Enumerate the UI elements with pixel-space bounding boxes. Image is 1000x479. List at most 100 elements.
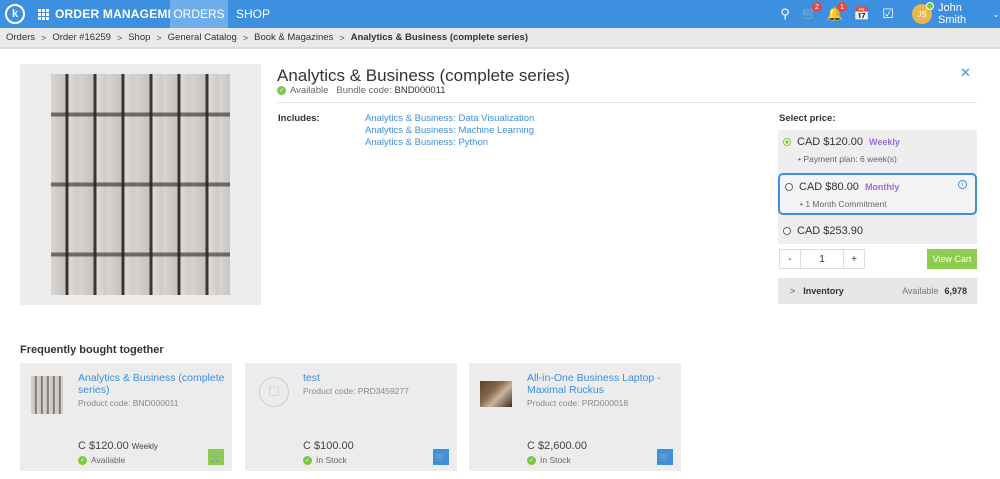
quantity-input[interactable]: 1 <box>800 250 844 268</box>
bundle-code-label: Bundle code: <box>336 85 392 96</box>
frequently-bought-heading: Frequently bought together <box>20 344 164 356</box>
grid-menu-icon <box>38 8 49 20</box>
price-value: CAD $253.90 <box>797 225 864 237</box>
select-price-label: Select price: <box>779 113 836 124</box>
availability-status: Available <box>290 85 329 96</box>
breadcrumb-category[interactable]: Book & Magazines <box>254 32 333 43</box>
cart-icon: 🛒 <box>210 451 222 462</box>
product-price: C $100.00 <box>303 440 354 452</box>
chevron-right-icon: > <box>41 32 47 43</box>
inventory-row[interactable]: > Inventory Available 6,978 <box>778 278 977 304</box>
view-cart-button[interactable]: View Cart <box>927 249 977 269</box>
product-thumbnail <box>31 376 63 414</box>
avatar[interactable]: JS <box>912 2 934 24</box>
cart-icon: 🛒 <box>435 451 447 462</box>
included-item-link[interactable]: Analytics & Business: Data Visualization <box>365 113 534 125</box>
breadcrumb-order[interactable]: Order #16259 <box>52 32 111 43</box>
breadcrumb-catalog[interactable]: General Catalog <box>168 32 237 43</box>
check-icon: ✓ <box>277 86 286 95</box>
product-code: Product code: PRD000018 <box>527 398 629 408</box>
price-value: CAD $80.00 <box>799 181 859 193</box>
check-icon: ✓ <box>78 455 87 465</box>
stock-text: In Stock <box>540 455 571 465</box>
nav-tab-shop[interactable]: SHOP <box>236 0 270 28</box>
product-price: C $2,600.00 <box>527 440 587 452</box>
product-code: Product code: PRD3459277 <box>303 386 409 396</box>
add-to-cart-button[interactable]: 🛒 <box>657 449 673 465</box>
quantity-stepper: - 1 + <box>779 249 865 269</box>
breadcrumb-shop[interactable]: Shop <box>128 32 150 43</box>
tasks-icon[interactable]: ☑ <box>879 5 897 23</box>
price-option-monthly[interactable]: CAD $80.00 Monthly • 1 Month Commitment … <box>778 173 977 215</box>
stock-text: In Stock <box>316 455 347 465</box>
nav-tab-orders[interactable]: ORDERS <box>170 0 228 28</box>
stock-status: ✓ In Stock <box>527 455 571 465</box>
product-card: ☐ test Product code: PRD3459277 C $100.0… <box>245 363 457 471</box>
online-status-dot <box>926 2 934 10</box>
price-frequency: Monthly <box>864 182 900 192</box>
product-code: Product code: BND000011 <box>78 398 179 408</box>
price-option-weekly[interactable]: CAD $120.00 Weekly <box>783 136 900 148</box>
included-item-link[interactable]: Analytics & Business: Machine Learning <box>365 125 534 137</box>
divider <box>277 102 977 103</box>
close-icon[interactable]: ✕ <box>960 65 971 81</box>
stock-status: ✓ In Stock <box>303 455 347 465</box>
bell-icon[interactable]: 🔔 1 <box>826 2 847 23</box>
product-name-link[interactable]: Analytics & Business (complete series) <box>78 372 228 396</box>
product-name-link[interactable]: test <box>303 372 453 384</box>
breadcrumb-current: Analytics & Business (complete series) <box>350 32 528 43</box>
price-value: C $100.00 <box>303 440 354 452</box>
search-icon[interactable]: ⚲ <box>776 5 794 23</box>
product-thumbnail <box>480 381 512 407</box>
decrement-button[interactable]: - <box>780 250 800 268</box>
add-to-cart-button[interactable]: 🛒 <box>208 449 224 465</box>
product-price: C $120.00 Weekly <box>78 440 158 452</box>
info-icon[interactable]: i <box>958 180 967 189</box>
product-name-link[interactable]: All-in-One Business Laptop - Maximal Ruc… <box>527 372 677 396</box>
avatar-initials: JS <box>917 9 927 19</box>
add-to-cart-button[interactable]: 🛒 <box>433 449 449 465</box>
price-frequency: Weekly <box>869 137 900 147</box>
chevron-right-icon: > <box>339 32 345 43</box>
chevron-down-icon: ⌄ <box>992 8 1000 19</box>
available-label: Available <box>902 286 939 296</box>
price-value: CAD $120.00 <box>797 136 864 148</box>
included-item-link[interactable]: Analytics & Business: Python <box>365 137 534 149</box>
chevron-right-icon: > <box>156 32 162 43</box>
product-card: Analytics & Business (complete series) P… <box>20 363 232 471</box>
product-title: Analytics & Business (complete series) <box>277 66 570 85</box>
notification-badge: 1 <box>837 2 847 12</box>
user-menu[interactable]: John Smith ⌄ <box>938 0 1000 28</box>
product-card: All-in-One Business Laptop - Maximal Ruc… <box>469 363 681 471</box>
price-value: C $120.00 <box>78 440 129 452</box>
user-name: John Smith <box>938 2 967 26</box>
price-note: • Payment plan: 6 week(s) <box>798 154 897 164</box>
top-navbar: k ORDER MANAGEMENT ORDERS SHOP ⚲ 🛒 2 🔔 1 📅… <box>0 0 1000 28</box>
includes-list: Analytics & Business: Data Visualization… <box>365 113 534 149</box>
breadcrumb: Orders > Order #16259 > Shop > General C… <box>0 28 1000 49</box>
chevron-right-icon: > <box>790 286 796 296</box>
price-note: • 1 Month Commitment <box>800 199 887 209</box>
includes-label: Includes: <box>278 113 320 124</box>
breadcrumb-orders[interactable]: Orders <box>6 32 35 43</box>
price-option-row: CAD $80.00 Monthly <box>785 181 899 193</box>
radio-selected[interactable] <box>783 138 791 146</box>
app-logo[interactable]: k <box>5 4 25 24</box>
increment-button[interactable]: + <box>844 250 864 268</box>
price-value: C $2,600.00 <box>527 440 587 452</box>
calendar-icon[interactable]: 📅 <box>853 5 871 23</box>
check-icon: ✓ <box>527 455 536 465</box>
chevron-right-icon: > <box>116 32 123 43</box>
radio-unselected[interactable] <box>783 227 791 235</box>
radio-unselected[interactable] <box>785 183 793 191</box>
inventory-label: Inventory <box>803 286 844 296</box>
price-option-one-time[interactable]: CAD $253.90 <box>783 225 863 237</box>
cart-icon[interactable]: 🛒 2 <box>801 2 822 23</box>
available-count: 6,978 <box>944 286 967 296</box>
availability-row: ✓ Available Bundle code: BND000011 <box>277 85 446 96</box>
book-spines-photo <box>51 74 230 295</box>
stock-text: Available <box>91 455 126 465</box>
cart-icon: 🛒 <box>659 451 671 462</box>
chevron-right-icon: > <box>242 32 249 43</box>
placeholder-box-icon: ☐ <box>259 377 289 407</box>
